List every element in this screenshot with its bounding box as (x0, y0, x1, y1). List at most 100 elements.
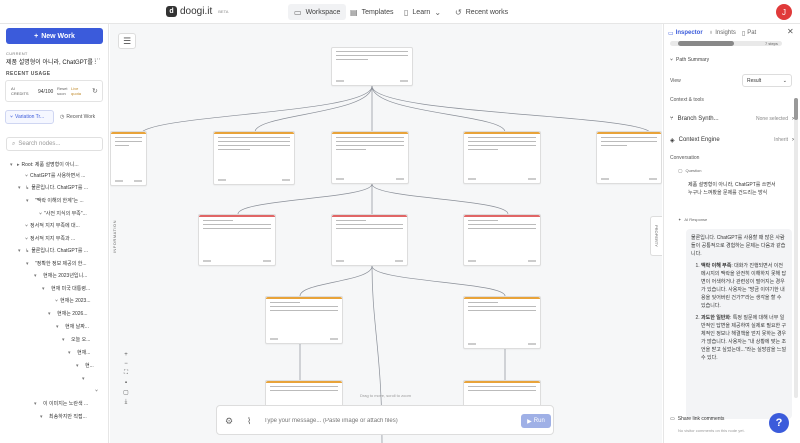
zoom-in-icon[interactable]: + (124, 352, 128, 358)
sidebar: + New Work CURRENT 제품 설명형이 아니라, ChatGPT를… (0, 24, 109, 443)
nav-recent-works[interactable]: ↺ Recent works (449, 4, 514, 20)
learn-icon: ▯ (404, 7, 409, 17)
chevron-icon[interactable]: ▾ (48, 311, 53, 317)
help-button[interactable]: ? (769, 413, 789, 433)
frame-icon[interactable]: ▢ (123, 389, 129, 396)
tree-item[interactable]: ▾ 오늘 오... (62, 334, 90, 345)
chevron-icon[interactable]: ▾ (10, 162, 15, 168)
canvas-node[interactable] (331, 214, 408, 266)
chevron-icon[interactable]: ▾ (82, 376, 87, 382)
tree-item[interactable]: ▾ 현재 날짜... (56, 321, 89, 332)
run-button[interactable]: ▶ Run (521, 414, 551, 428)
tab-label: Recent Work (66, 114, 96, 120)
avatar[interactable]: J (776, 4, 792, 20)
chevron-icon[interactable]: ▾ (62, 337, 67, 343)
chevron-icon[interactable]: ▾ (26, 261, 31, 267)
logo[interactable]: d doogi.it BETA (166, 6, 228, 17)
path-icon: ⑂ (670, 57, 674, 63)
current-work-title[interactable]: 제품 설명형이 아니라, ChatGPT를 쓰... (6, 57, 96, 66)
menu-icon[interactable]: ☰ (118, 33, 136, 49)
path-summary[interactable]: ⑂ Path Summary (670, 57, 709, 63)
message-input[interactable] (264, 414, 514, 428)
close-icon[interactable]: ✕ (787, 27, 794, 36)
nav-workspace[interactable]: ▭ Workspace (288, 4, 347, 20)
tab-variation-tree[interactable]: ⑂ Variation Tr... (5, 110, 54, 124)
ai-points-list: 맥락 이해 부족: 대화가 진행되면서 이전 메시지의 맥락을 완전히 이해하지… (691, 262, 787, 362)
fit-view-icon[interactable]: ⛶ (124, 370, 128, 377)
canvas-node[interactable] (463, 131, 541, 184)
context-engine-row[interactable]: ◈ Context Engine Inherit › (670, 132, 794, 148)
reset-label: Reset soon (57, 86, 68, 96)
zoom-out-icon[interactable]: − (124, 361, 128, 367)
canvas-node[interactable] (198, 214, 276, 266)
chevron-icon[interactable]: ▾ (40, 414, 45, 420)
download-icon[interactable]: ⤓ (125, 399, 128, 406)
scroll-thumb[interactable] (678, 41, 734, 46)
tree-item[interactable]: ▾ 현재... (68, 347, 90, 358)
tree-item[interactable]: ▾ 이 이미지는 노란색 ... (34, 398, 88, 409)
property-tab[interactable]: PROPERTY (650, 216, 662, 256)
tree-item[interactable]: ⑂ 현재는 2023... (48, 295, 91, 306)
view-value: Result (747, 77, 762, 84)
tree-item[interactable]: ▾ 최송하지만 직접... (40, 411, 87, 422)
nav-templates[interactable]: ▤ Templates (344, 4, 399, 20)
tab-inspector[interactable]: ▭ Inspector (668, 27, 703, 39)
tree-item[interactable]: ▾ ↳ 물론입니다. ChatGPT를 ... (18, 182, 88, 193)
nav-label: Learn (412, 8, 431, 16)
scroll-thumb[interactable] (794, 98, 798, 120)
chevron-icon[interactable]: ▾ (76, 363, 81, 369)
tree-item[interactable]: ⑂ "사전 지식의 부족"... (32, 208, 87, 219)
tree-item[interactable]: ⑂ 정서적 지지 부족과 ... (18, 233, 75, 244)
refresh-icon[interactable]: ↻ (92, 87, 98, 95)
branch-synthesis-row[interactable]: ⑂ Branch Synth... None selected › (670, 111, 794, 127)
chevron-icon[interactable]: ▾ (68, 350, 73, 356)
chevron-icon[interactable]: ▾ (42, 286, 47, 292)
attach-icon[interactable]: ⌇ (247, 416, 251, 427)
tree-item[interactable]: ▾ (82, 373, 91, 384)
tree-item[interactable]: ▾ ▸ Root: 제품 설명형이 아니... (10, 159, 79, 170)
chevron-icon[interactable]: ▾ (56, 324, 61, 330)
lock-icon[interactable]: ▪ (125, 380, 127, 386)
tree-item[interactable]: ⑂ ChatGPT를 사용하면서 ... (18, 170, 85, 181)
canvas-node[interactable] (331, 131, 409, 184)
canvas-node[interactable] (463, 296, 541, 349)
chevron-icon[interactable]: ▾ (26, 198, 31, 204)
tree-item[interactable]: ▾ 현재 미국 대통령... (42, 283, 90, 294)
tree-item[interactable]: ▾ "정확한 정보 제공의 한... (26, 258, 87, 269)
gear-icon[interactable]: ⚙ (225, 416, 233, 427)
chevron-icon[interactable]: ▾ (34, 273, 39, 279)
canvas-node[interactable] (110, 131, 147, 186)
canvas-node[interactable] (596, 131, 662, 184)
chevron-icon[interactable]: ▾ (18, 248, 23, 254)
tree-item[interactable]: ▾ ↳ 물론입니다. ChatGPT를 ... (18, 245, 88, 256)
workspace-canvas[interactable]: INFORMATION Drag to move, scroll to zoom (110, 24, 662, 443)
more-icon[interactable]: ⋯ (94, 55, 101, 63)
tab-recent-work[interactable]: ◷ Recent Work (56, 110, 103, 124)
view-select[interactable]: Result ⌄ (742, 74, 792, 87)
tree-item[interactable]: ▾ 현재는 2023년입니... (34, 270, 87, 281)
inspector-scrollbar[interactable] (794, 98, 798, 398)
canvas-node[interactable] (331, 47, 413, 86)
tree-item[interactable]: ⑂ 정서적 지지 부족에 대... (18, 220, 80, 231)
tab-insights[interactable]: ♁ Insights (709, 27, 736, 39)
inspector-panel: ▭ Inspector ♁ Insights ▯ Pat ✕ 7 steps ⑂… (663, 24, 800, 443)
nav-learn[interactable]: ▯ Learn ⌄ (398, 4, 447, 20)
tree-item[interactable]: ▾ 현... (76, 360, 94, 371)
search-input[interactable]: ⌕ Search nodes... (6, 137, 103, 151)
canvas-node[interactable] (265, 296, 343, 344)
templates-icon: ▤ (350, 7, 358, 17)
tree-item[interactable]: ▾ "맥락 이해의 한계"는 ... (26, 195, 84, 206)
layers-icon: ◈ (670, 137, 675, 144)
tree-item[interactable]: ▾ 현재는 2026... (48, 308, 87, 319)
tree-item[interactable]: ⑂ (88, 385, 100, 396)
chevron-icon[interactable]: ▾ (34, 401, 39, 407)
chevron-icon[interactable]: ▾ (18, 185, 23, 191)
tab-label: Inspector (675, 30, 703, 36)
context-engine-status: Inherit (774, 137, 788, 143)
share-comments[interactable]: ▭ Share link comments (670, 416, 724, 422)
new-work-button[interactable]: + New Work (6, 28, 103, 44)
canvas-node[interactable] (213, 131, 295, 185)
canvas-node[interactable] (463, 214, 541, 266)
tab-path[interactable]: ▯ Pat (742, 27, 756, 39)
ai-credits-label: AI CREDITS (11, 86, 29, 96)
